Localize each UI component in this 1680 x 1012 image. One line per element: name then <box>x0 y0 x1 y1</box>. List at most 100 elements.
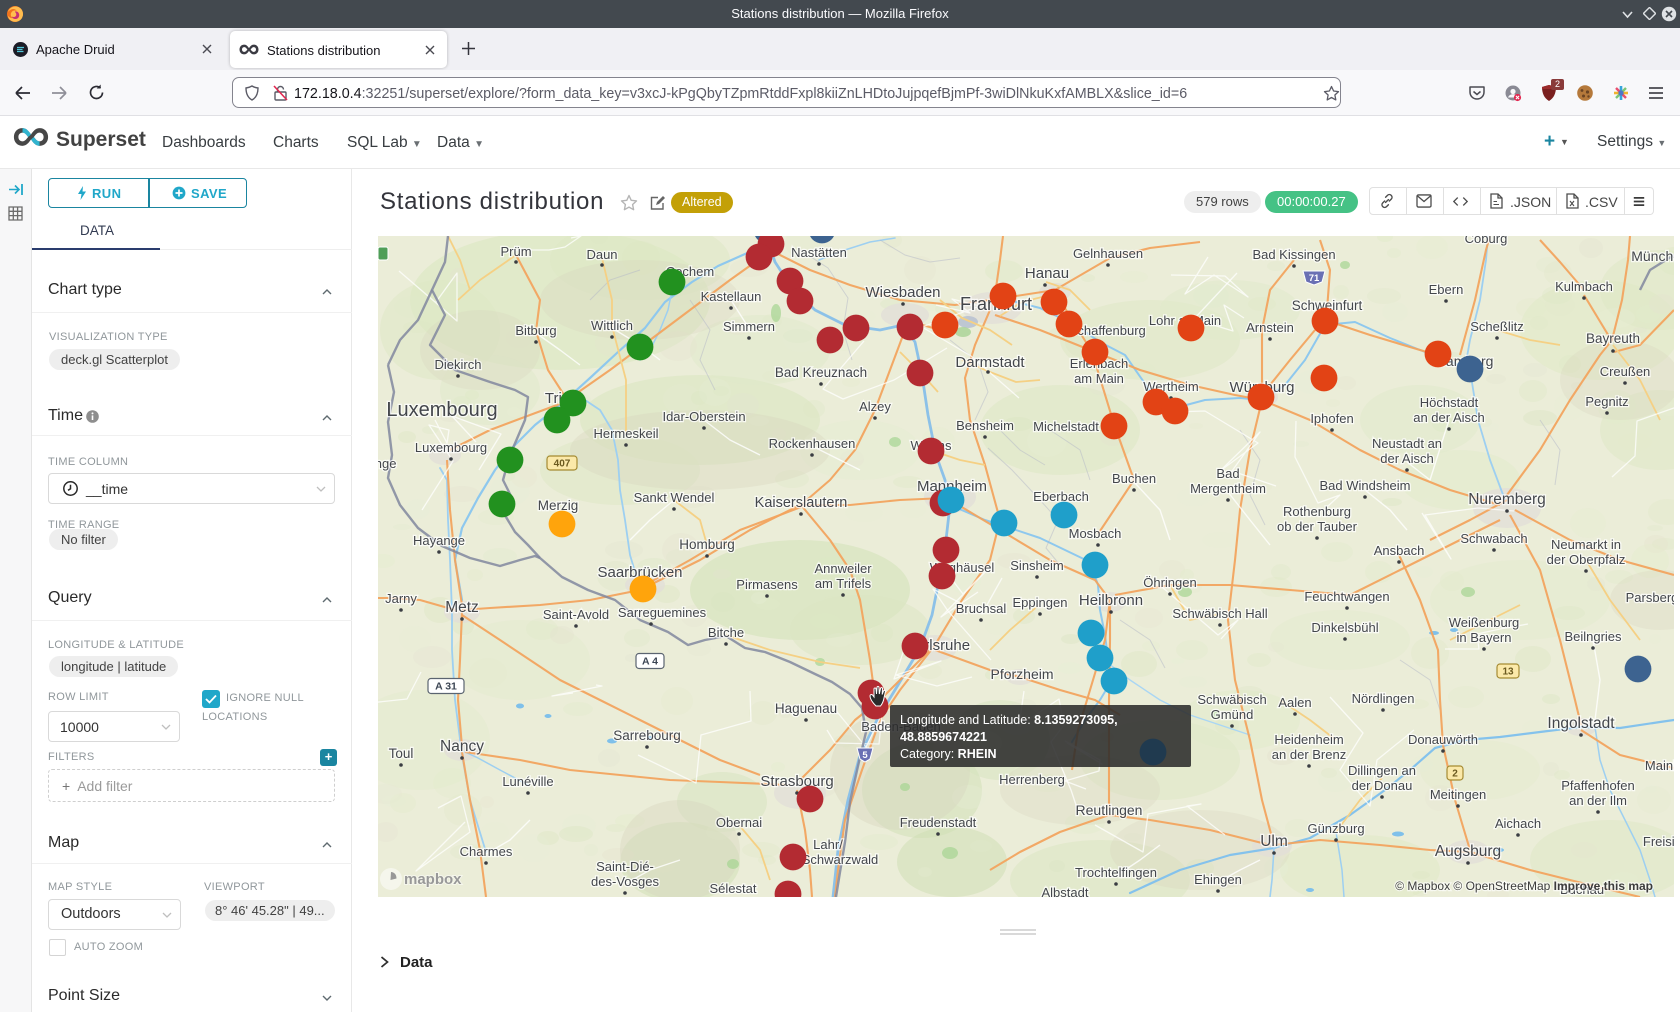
svg-text:Wiesbaden: Wiesbaden <box>865 284 940 301</box>
svg-text:am Main: am Main <box>1074 371 1124 386</box>
svg-text:Lunéville: Lunéville <box>502 774 553 789</box>
svg-text:Bitburg: Bitburg <box>515 323 556 338</box>
svg-text:Luxembourg: Luxembourg <box>386 399 497 421</box>
svg-text:Schwarzwald: Schwarzwald <box>802 852 879 867</box>
svg-text:Schwäbisch Hall: Schwäbisch Hall <box>1172 606 1267 621</box>
svg-text:Annweiler: Annweiler <box>814 561 872 576</box>
svg-text:Pegnitz: Pegnitz <box>1585 394 1628 409</box>
svg-text:Dinkelsbühl: Dinkelsbühl <box>1311 620 1378 635</box>
svg-text:Meitingen: Meitingen <box>1430 787 1486 802</box>
svg-text:Heidenheim: Heidenheim <box>1274 732 1343 747</box>
svg-text:Nördlingen: Nördlingen <box>1352 691 1415 706</box>
svg-text:ob der Tauber: ob der Tauber <box>1277 519 1358 534</box>
svg-text:Öhringen: Öhringen <box>1143 575 1196 590</box>
svg-text:A 31: A 31 <box>435 681 457 693</box>
svg-text:Darmstadt: Darmstadt <box>955 354 1025 371</box>
svg-text:Ebern: Ebern <box>1429 282 1464 297</box>
svg-text:Mergentheim: Mergentheim <box>1190 481 1266 496</box>
svg-text:des-Vosges: des-Vosges <box>591 874 659 889</box>
svg-text:mapbox: mapbox <box>404 871 462 888</box>
svg-text:407: 407 <box>554 459 571 470</box>
svg-text:Hanau: Hanau <box>1025 265 1069 282</box>
svg-text:Pirmasens: Pirmasens <box>736 577 798 592</box>
svg-text:Bayreuth: Bayreuth <box>1586 331 1640 346</box>
svg-text:der Aisch: der Aisch <box>1380 451 1433 466</box>
svg-text:Trochtelfingen: Trochtelfingen <box>1075 865 1157 880</box>
svg-text:an der Ilm: an der Ilm <box>1569 793 1627 808</box>
svg-text:Diekirch: Diekirch <box>435 357 482 372</box>
svg-text:Ansbach: Ansbach <box>1374 543 1425 558</box>
svg-text:Ehingen: Ehingen <box>1194 872 1242 887</box>
svg-text:Charmes: Charmes <box>460 844 513 859</box>
svg-text:Rockenhausen: Rockenhausen <box>769 436 856 451</box>
svg-text:Category: RHEIN: Category: RHEIN <box>900 747 997 761</box>
svg-text:Ingolstadt: Ingolstadt <box>1547 715 1615 732</box>
svg-text:Jarny: Jarny <box>385 591 417 606</box>
svg-text:an der Brenz: an der Brenz <box>1272 747 1346 762</box>
svg-text:Ulm: Ulm <box>1260 833 1288 850</box>
svg-text:Toul: Toul <box>389 746 414 761</box>
svg-text:Bitche: Bitche <box>708 625 744 640</box>
svg-text:Gmünd: Gmünd <box>1211 707 1254 722</box>
svg-text:Sarreguemines: Sarreguemines <box>618 605 707 620</box>
svg-text:Kaiserslautern: Kaiserslautern <box>755 495 848 511</box>
svg-text:Kulmbach: Kulmbach <box>1555 279 1613 294</box>
svg-text:Günzburg: Günzburg <box>1307 821 1364 836</box>
svg-text:Obernai: Obernai <box>716 815 762 830</box>
svg-text:Sinsheim: Sinsheim <box>1010 558 1063 573</box>
svg-text:Merzig: Merzig <box>538 498 579 513</box>
svg-text:Freudenstadt: Freudenstadt <box>900 815 977 830</box>
svg-text:Eppingen: Eppingen <box>1013 595 1068 610</box>
svg-text:Pfaffenhofen: Pfaffenhofen <box>1561 778 1635 793</box>
svg-text:Aalen: Aalen <box>1278 695 1311 710</box>
svg-text:Bensheim: Bensheim <box>956 418 1014 433</box>
svg-text:Höchstadt: Höchstadt <box>1420 395 1479 410</box>
svg-text:Arnstein: Arnstein <box>1246 320 1294 335</box>
svg-text:Michelstadt: Michelstadt <box>1033 419 1099 434</box>
svg-text:Simmern: Simmern <box>723 319 775 334</box>
svg-text:Aichach: Aichach <box>1495 816 1541 831</box>
svg-text:Neumarkt in: Neumarkt in <box>1551 537 1621 552</box>
svg-text:Creußen: Creußen <box>1600 364 1651 379</box>
svg-text:Metz: Metz <box>445 599 479 616</box>
svg-text:in Bayern: in Bayern <box>1457 630 1512 645</box>
svg-text:Weißenburg: Weißenburg <box>1449 615 1520 630</box>
svg-text:Parsberg: Parsberg <box>1626 590 1674 605</box>
svg-text:Bad Windsheim: Bad Windsheim <box>1319 478 1410 493</box>
svg-text:der Donau: der Donau <box>1352 778 1413 793</box>
svg-text:Eberbach: Eberbach <box>1033 489 1089 504</box>
svg-text:der Oberpfalz: der Oberpfalz <box>1547 552 1626 567</box>
svg-text:Scheßlitz: Scheßlitz <box>1470 319 1523 334</box>
svg-text:Iphofen: Iphofen <box>1310 411 1353 426</box>
svg-text:Nastätten: Nastätten <box>791 245 847 260</box>
svg-text:Donauwörth: Donauwörth <box>1408 732 1478 747</box>
svg-text:Pforzheim: Pforzheim <box>990 666 1053 682</box>
svg-text:71: 71 <box>1309 273 1320 284</box>
svg-text:Hayange: Hayange <box>413 533 465 548</box>
svg-text:Prüm: Prüm <box>500 244 531 259</box>
svg-text:Beilngries: Beilngries <box>1564 629 1622 644</box>
svg-text:Longitude and Latitude: 8.1359: Longitude and Latitude: 8.1359273095, <box>900 713 1118 727</box>
svg-text:Nuremberg: Nuremberg <box>1468 491 1546 508</box>
svg-text:Buchen: Buchen <box>1112 471 1156 486</box>
svg-text:Homburg: Homburg <box>679 537 735 552</box>
svg-text:Bad Kreuznach: Bad Kreuznach <box>775 365 867 380</box>
svg-text:München: München <box>1631 248 1674 264</box>
svg-text:Heilbronn: Heilbronn <box>1079 592 1143 609</box>
svg-text:A 4: A 4 <box>642 656 658 668</box>
svg-text:Saint-Avold: Saint-Avold <box>543 607 609 622</box>
svg-text:Alzey: Alzey <box>859 399 891 414</box>
svg-text:Freising: Freising <box>1643 834 1674 849</box>
svg-text:Daun: Daun <box>586 247 617 262</box>
svg-text:Schwäbisch: Schwäbisch <box>1197 692 1266 707</box>
svg-text:© Mapbox © OpenStreetMap Impro: © Mapbox © OpenStreetMap Improve this ma… <box>1395 879 1653 893</box>
svg-text:Dillingen an: Dillingen an <box>1348 763 1416 778</box>
svg-text:Mosbach: Mosbach <box>1069 526 1122 541</box>
svg-text:Sélestat: Sélestat <box>710 881 757 896</box>
svg-text:Albstadt: Albstadt <box>1042 885 1089 897</box>
svg-text:am Trifels: am Trifels <box>815 576 872 591</box>
svg-text:Hermeskeil: Hermeskeil <box>593 426 658 441</box>
svg-text:Bad: Bad <box>1216 466 1239 481</box>
svg-text:ange: ange <box>378 456 396 471</box>
svg-text:Saint-Dié-: Saint-Dié- <box>596 859 654 874</box>
